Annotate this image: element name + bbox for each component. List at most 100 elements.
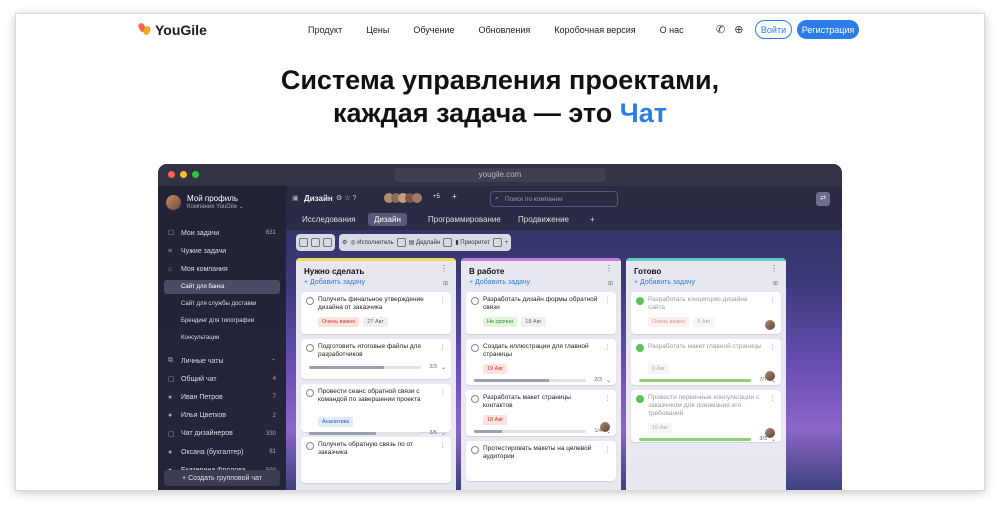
task-menu-icon[interactable]: ⋮ [605, 445, 612, 453]
sidebar-item[interactable]: Консультации [164, 331, 280, 345]
login-button[interactable]: Войти [755, 20, 792, 39]
sidebar-item[interactable]: Сайт для банка [164, 280, 280, 294]
menu-item-prices[interactable]: Цены [366, 25, 389, 35]
task-card[interactable]: Подготовить итоговые файлы для разработч… [301, 339, 451, 379]
column-settings-icon[interactable]: ⊞ [443, 280, 448, 287]
add-task-button[interactable]: + Добавить задачу [634, 279, 786, 286]
sidebar-item[interactable]: ≡ Чужие задачи [164, 244, 280, 258]
task-checkbox[interactable] [471, 344, 479, 352]
column-settings-icon[interactable]: ⊞ [608, 280, 613, 287]
add-member-icon[interactable]: + [452, 192, 457, 201]
chevron-down-icon[interactable]: ⌄ [606, 377, 611, 384]
member-avatars[interactable] [384, 193, 422, 203]
menu-item-about[interactable]: О нас [660, 25, 684, 35]
profile-block[interactable]: Мой профиль Компания YouGile ⌄ [166, 194, 244, 210]
menu-item-learning[interactable]: Обучение [413, 25, 454, 35]
chevron-down-icon[interactable]: ⌄ [441, 364, 446, 371]
executor-filter[interactable]: ◎ Исполнитель [350, 239, 393, 246]
column-menu-icon[interactable]: ⋮ [770, 264, 778, 273]
tab-promotion[interactable]: Продвижение [518, 215, 569, 224]
column-menu-icon[interactable]: ⋮ [605, 264, 613, 273]
column-settings-icon[interactable]: ⊞ [773, 280, 778, 287]
create-group-chat-button[interactable]: + Создать групповой чат [164, 470, 280, 486]
register-button[interactable]: Регистрация [797, 20, 859, 39]
brand-logo[interactable]: YouGile [137, 22, 207, 38]
task-menu-icon[interactable]: ⋮ [440, 343, 447, 351]
task-menu-icon[interactable]: ⋮ [770, 296, 777, 304]
minimize-dot-icon[interactable] [180, 171, 187, 178]
task-menu-icon[interactable]: ⋮ [440, 296, 447, 304]
task-checkbox[interactable] [306, 389, 314, 397]
task-card[interactable]: Разработать концепцию дизайна сайта ⋮ Очен… [631, 292, 781, 334]
tab-design[interactable]: Дизайн [368, 213, 407, 226]
phone-icon[interactable]: ✆ [716, 23, 725, 36]
priority-filter[interactable]: ▮ Приоритет [455, 239, 490, 246]
task-checkbox[interactable] [636, 297, 644, 305]
chat-item[interactable]: ● Иван Петров 7 [164, 390, 280, 404]
task-card[interactable]: Разработать макет главной страницы ⋮ 9 Авг… [631, 339, 781, 385]
task-card[interactable]: Провести первичные консультации с заказч… [631, 390, 781, 443]
executor-toggle-icon[interactable] [396, 238, 406, 247]
board-view-icon[interactable] [299, 238, 308, 247]
menu-item-boxed[interactable]: Коробочная версия [554, 25, 635, 35]
task-menu-icon[interactable]: ⋮ [605, 394, 612, 402]
board-topbar: ▣ Дизайн ⚙ ☆ ? +5 + ⌕ Поиск по компании … [286, 186, 842, 212]
maximize-dot-icon[interactable] [192, 171, 199, 178]
task-card[interactable]: Разработать дизайн формы обратной связи ⋮… [466, 292, 616, 334]
task-checkbox[interactable] [471, 446, 479, 454]
chat-item[interactable]: ● Илья Цветков 2 [164, 409, 280, 423]
task-card[interactable]: Получить обратную связь по от заказчика ⋮ [301, 437, 451, 483]
deadline-filter[interactable]: ▤ Дедлайн [409, 239, 441, 246]
add-task-button[interactable]: + Добавить задачу [469, 279, 621, 286]
settings-icon[interactable]: ⚙ [342, 239, 347, 246]
chat-item[interactable]: ▢ Чат дизайнеров 330 [164, 427, 280, 441]
task-menu-icon[interactable]: ⋮ [770, 343, 777, 351]
task-menu-icon[interactable]: ⋮ [605, 343, 612, 351]
task-checkbox[interactable] [636, 395, 644, 403]
tab-research[interactable]: Исследования [302, 215, 356, 224]
add-task-button[interactable]: + Добавить задачу [304, 279, 456, 286]
settings-icon[interactable]: ⚙ ☆ ? [336, 194, 356, 202]
sidebar-item[interactable]: ⌂ Моя компания [164, 262, 280, 276]
chat-item[interactable]: ● Оксана (бухгалтер) 81 [164, 445, 280, 459]
chevron-down-icon[interactable]: ⌄ [441, 430, 446, 437]
task-menu-icon[interactable]: ⋮ [770, 394, 777, 402]
search-input[interactable]: ⌕ Поиск по компании [490, 191, 618, 207]
address-bar[interactable]: yougile.com [394, 168, 606, 182]
task-menu-icon[interactable]: ⋮ [440, 441, 447, 449]
list-view-icon[interactable] [323, 238, 332, 247]
menu-item-updates[interactable]: Обновления [478, 25, 530, 35]
sidebar-item[interactable]: Сайт для службы доставки [164, 297, 280, 311]
deadline-toggle-icon[interactable] [443, 238, 453, 247]
column-menu-icon[interactable]: ⋮ [440, 264, 448, 273]
personal-chats-header[interactable]: ⧉ Личные чаты ⌃ [164, 354, 280, 368]
task-card[interactable]: Провести сеанс обратной связи с командой… [301, 384, 451, 437]
task-card[interactable]: Создать иллюстрации для главной страницы… [466, 339, 616, 385]
chat-item[interactable]: ▢ Общий чат 4 [164, 372, 280, 386]
task-checkbox[interactable] [636, 344, 644, 352]
add-filter-icon[interactable]: + [505, 240, 509, 246]
task-card[interactable]: Разработать макет страницы контактов ⋮ 18 … [466, 390, 616, 436]
priority-toggle-icon[interactable] [492, 238, 502, 247]
sidebar-item[interactable]: Брендинг для типографии [164, 314, 280, 328]
task-checkbox[interactable] [306, 442, 314, 450]
table-view-icon[interactable] [311, 238, 320, 247]
globe-icon[interactable]: ⊕ [734, 23, 743, 36]
task-checkbox[interactable] [306, 344, 314, 352]
sidebar-item[interactable]: ☐ Мои задачи 631 [164, 226, 280, 240]
sidebar-toggle-icon[interactable]: ▣ [292, 194, 299, 202]
hero-accent-word: Чат [619, 98, 667, 128]
task-card[interactable]: Протестировать макеты на целевой аудитор… [466, 441, 616, 481]
task-card[interactable]: Получить финальное утверждение дизайна о… [301, 292, 451, 334]
task-checkbox[interactable] [471, 297, 479, 305]
chevron-up-icon[interactable]: ⌃ [271, 358, 276, 365]
add-tab-button[interactable]: + [590, 215, 595, 224]
close-dot-icon[interactable] [168, 171, 175, 178]
task-menu-icon[interactable]: ⋮ [440, 388, 447, 396]
chat-panel-icon[interactable]: ⇄ [816, 192, 830, 206]
task-checkbox[interactable] [306, 297, 314, 305]
tab-programming[interactable]: Программирование [428, 215, 501, 224]
task-menu-icon[interactable]: ⋮ [605, 296, 612, 304]
task-checkbox[interactable] [471, 395, 479, 403]
menu-item-product[interactable]: Продукт [308, 25, 342, 35]
